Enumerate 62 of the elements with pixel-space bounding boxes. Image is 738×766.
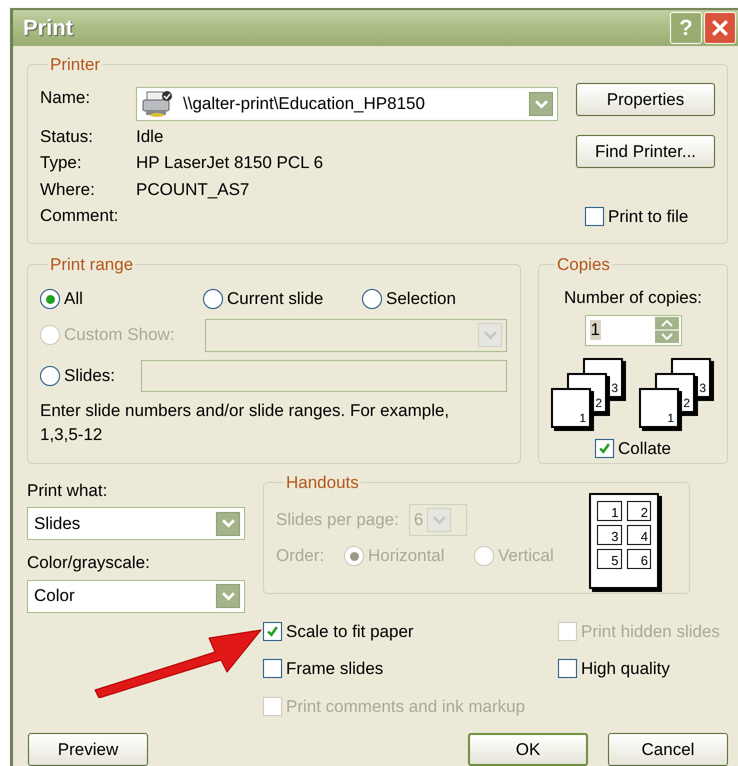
spinner-value: 1 [590, 320, 601, 340]
radio-label: All [64, 288, 83, 310]
field-label: Name: [40, 87, 92, 109]
info-value: HP LaserJet 8150 PCL 6 [136, 152, 324, 174]
check-icon [598, 442, 612, 455]
radio-button[interactable] [203, 289, 223, 309]
checkbox-label: High quality [581, 658, 670, 680]
group-title: Copies [556, 254, 611, 276]
close-button[interactable] [704, 12, 736, 44]
dialog-button[interactable]: OK [468, 733, 588, 766]
info-label: Status: [40, 126, 94, 148]
checkbox-label: Print to file [608, 206, 688, 228]
checkbox-label: Print comments and ink markup [286, 696, 526, 718]
printer-combo[interactable]: \\galter-print\Education_HP8150 [136, 87, 558, 121]
field-label: Slides per page: [276, 509, 399, 532]
info-value: PCOUNT_AS7 [136, 178, 250, 200]
dialog-button[interactable]: Cancel [608, 733, 728, 766]
radio-label: Custom Show: [64, 324, 175, 346]
slides-input-field[interactable] [141, 360, 507, 392]
page-stack-drawing: 3 2 1 [639, 358, 715, 428]
checkbox[interactable] [585, 207, 604, 226]
check-icon [266, 624, 279, 638]
checkbox-label: Frame slides [286, 658, 384, 680]
checkbox[interactable] [595, 438, 614, 458]
field-label: Color/grayscale: [27, 552, 151, 574]
radio-label: Slides: [64, 365, 116, 388]
page-stack-drawing: 3 2 1 [551, 358, 627, 428]
info-value: Idle [136, 126, 164, 148]
checkbox-label: Collate [618, 438, 671, 460]
group-title: Handouts [285, 472, 360, 494]
combo-value: \\galter-print\Education_HP8150 [183, 93, 425, 116]
checkbox[interactable] [263, 622, 282, 641]
radio-button[interactable] [362, 289, 382, 309]
radio-button[interactable] [40, 289, 60, 309]
radio-label: Selection [386, 288, 456, 310]
group-title: Print range [49, 254, 134, 276]
radio-label: Horizontal [368, 545, 445, 568]
printer-icon [141, 90, 173, 118]
radio-label: Current slide [227, 288, 324, 310]
help-text: Enter slide numbers and/or slide ranges. For example, 1,3,5-12 [40, 400, 450, 446]
print-what-dropdown[interactable]: Slides [27, 507, 245, 540]
checkbox-label: Print hidden slides [581, 620, 720, 642]
checkbox[interactable] [263, 659, 282, 678]
checkbox[interactable] [558, 659, 577, 678]
copies-spinner[interactable]: 1 [584, 314, 682, 346]
group-title: Printer [49, 54, 102, 76]
info-label: Type: [40, 152, 83, 174]
color-dropdown[interactable]: Color [27, 580, 245, 612]
handout-page-drawing: 1 2 3 4 5 6 [589, 493, 659, 589]
field-label: Number of copies: [564, 287, 702, 309]
info-label: Comment: [40, 205, 120, 227]
field-label: Order: [276, 545, 326, 568]
dialog-button[interactable]: Properties [576, 83, 715, 116]
field-label: Print what: [27, 480, 108, 502]
radio-label: Vertical [498, 545, 554, 568]
checkbox-label: Scale to fit paper [286, 620, 414, 642]
info-label: Where: [40, 178, 96, 200]
dialog-button[interactable]: Find Printer... [576, 135, 715, 168]
close-icon [711, 18, 729, 37]
window-title: Print [23, 14, 74, 42]
radio-button[interactable] [40, 366, 60, 386]
dialog-button[interactable]: Preview [28, 733, 148, 766]
